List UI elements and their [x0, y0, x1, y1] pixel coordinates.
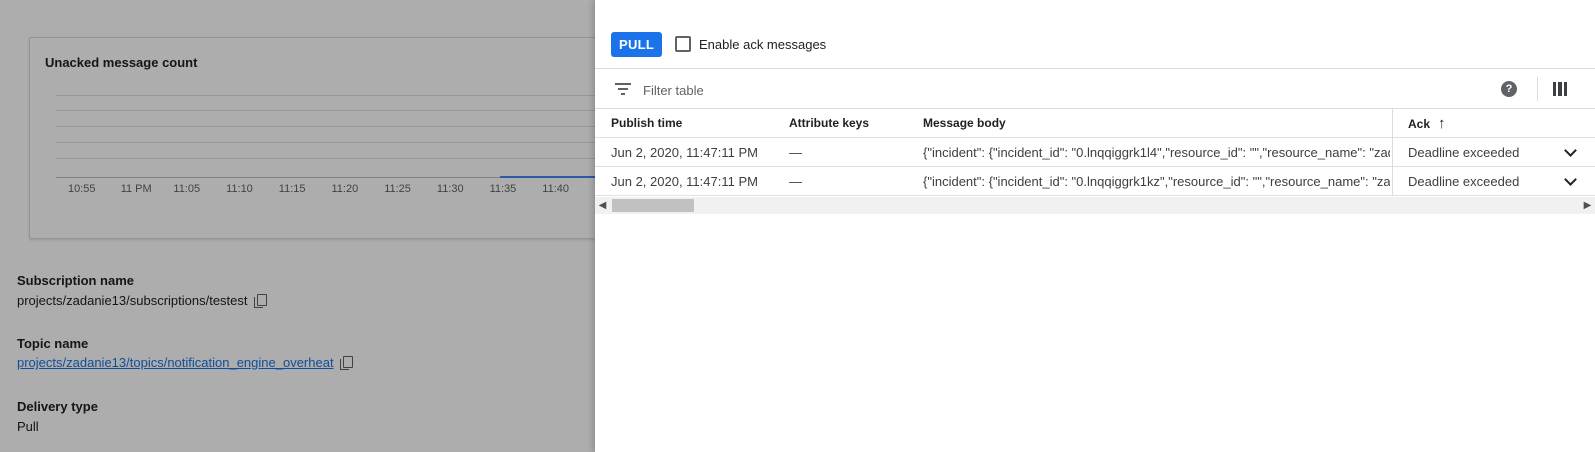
column-header-message-body[interactable]: Message body — [923, 109, 1390, 138]
message-body-cell: {"incident": {"incident_id": "0.lnqqiggr… — [923, 174, 1390, 189]
column-display-icon[interactable] — [1553, 82, 1567, 96]
ack-cell: Deadline exceeded — [1392, 167, 1595, 196]
column-header-ack[interactable]: Ack ↑ — [1392, 109, 1595, 138]
messages-table: Publish time Attribute keys Message body… — [595, 109, 1595, 196]
horizontal-scrollbar[interactable]: ◀ ▶ — [595, 197, 1595, 214]
toolbar-divider — [1537, 77, 1538, 101]
chevron-down-icon[interactable] — [1564, 144, 1577, 157]
sort-ascending-icon[interactable]: ↑ — [1438, 109, 1446, 138]
scrollbar-thumb[interactable] — [612, 199, 694, 212]
publish-time-cell: Jun 2, 2020, 11:47:11 PM — [611, 174, 758, 189]
table-row: Jun 2, 2020, 11:47:11 PM — {"incident": … — [595, 138, 1595, 167]
column-header-publish-time[interactable]: Publish time — [611, 109, 781, 138]
help-icon[interactable]: ? — [1501, 81, 1517, 97]
filter-bar: ? — [595, 68, 1595, 109]
table-header-row: Publish time Attribute keys Message body… — [595, 109, 1595, 138]
filter-icon[interactable] — [615, 82, 631, 96]
ack-cell: Deadline exceeded — [1392, 138, 1595, 167]
table-row: Jun 2, 2020, 11:47:11 PM — {"incident": … — [595, 167, 1595, 196]
scroll-left-icon[interactable]: ◀ — [595, 197, 610, 214]
enable-ack-checkbox-row[interactable]: Enable ack messages — [675, 36, 826, 52]
publish-time-cell: Jun 2, 2020, 11:47:11 PM — [611, 145, 758, 160]
attribute-keys-cell: — — [789, 174, 802, 189]
filter-table-input[interactable] — [643, 80, 1343, 100]
column-header-attribute-keys[interactable]: Attribute keys — [789, 109, 909, 138]
modal-scrim[interactable] — [0, 0, 595, 452]
pull-button[interactable]: PULL — [611, 32, 663, 57]
message-body-cell: {"incident": {"incident_id": "0.lnqqiggr… — [923, 145, 1390, 160]
pull-messages-panel: PULL Enable ack messages ? Publish time … — [595, 0, 1595, 452]
scroll-right-icon[interactable]: ▶ — [1580, 197, 1595, 214]
attribute-keys-cell: — — [789, 145, 802, 160]
chevron-down-icon[interactable] — [1564, 173, 1577, 186]
enable-ack-label: Enable ack messages — [699, 36, 827, 52]
enable-ack-checkbox[interactable] — [675, 36, 691, 52]
